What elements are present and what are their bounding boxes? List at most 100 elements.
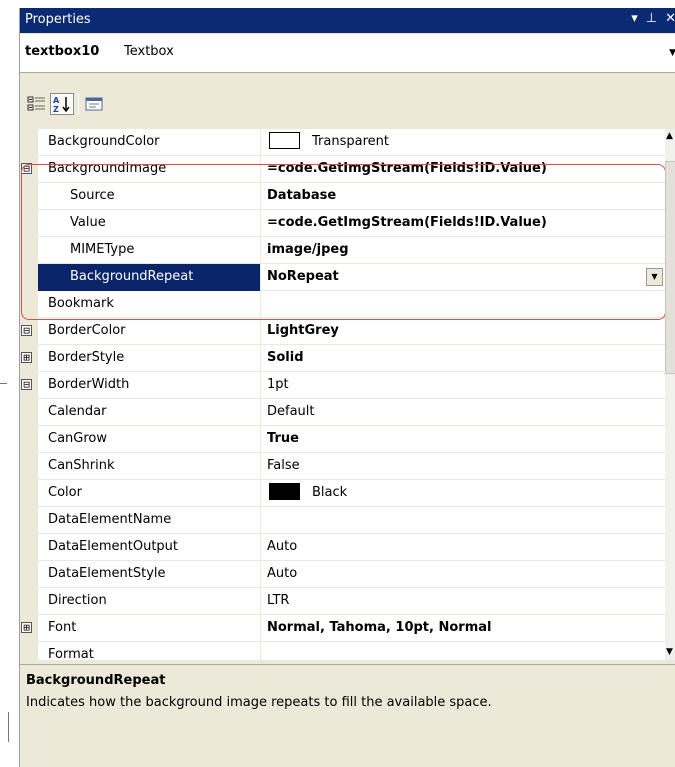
property-name[interactable]: Color: [38, 480, 260, 507]
property-row[interactable]: DataElementOutput Auto: [20, 534, 665, 561]
property-row[interactable]: DataElementStyle Auto: [20, 561, 665, 588]
scroll-up-icon[interactable]: ▲: [666, 131, 673, 141]
chevron-down-icon[interactable]: ▼: [669, 48, 675, 58]
pin-icon[interactable]: ⊥: [646, 11, 657, 26]
dropdown-button[interactable]: ▼: [646, 268, 663, 286]
property-value-text: NoRepeat: [267, 269, 339, 284]
alphabetical-sort-icon: A Z: [53, 96, 70, 113]
svg-text:A: A: [53, 96, 60, 105]
property-value-text: image/jpeg: [267, 242, 349, 257]
property-value[interactable]: [260, 507, 665, 534]
property-name[interactable]: Source: [38, 183, 260, 210]
property-row[interactable]: Source Database: [20, 183, 665, 210]
property-value[interactable]: Black: [260, 480, 665, 507]
property-name[interactable]: CanShrink: [38, 453, 260, 480]
object-selector[interactable]: textbox10 Textbox ▼: [20, 34, 675, 73]
row-gutter: [20, 507, 38, 534]
vertical-scrollbar[interactable]: ▲ ▼: [665, 129, 675, 660]
property-value[interactable]: Database: [260, 183, 665, 210]
property-value[interactable]: True: [260, 426, 665, 453]
property-name[interactable]: CanGrow: [38, 426, 260, 453]
property-value[interactable]: 1pt: [260, 372, 665, 399]
property-name[interactable]: BorderStyle: [38, 345, 260, 372]
property-value[interactable]: =code.GetImgStream(Fields!ID.Value): [260, 156, 665, 183]
collapse-icon[interactable]: ⊟: [21, 163, 32, 174]
property-value[interactable]: Auto: [260, 534, 665, 561]
property-row[interactable]: ⊞ Font Normal, Tahoma, 10pt, Normal: [20, 615, 665, 642]
property-value[interactable]: NoRepeat ▼: [260, 264, 665, 291]
property-value-text: False: [267, 458, 300, 473]
row-gutter: [20, 237, 38, 264]
categorized-button[interactable]: [25, 93, 49, 115]
description-text: Indicates how the background image repea…: [26, 695, 492, 710]
toolbar-separator: [78, 93, 79, 115]
property-grid[interactable]: BackgroundColor Transparent ⊟ BackgroundIma…: [20, 129, 665, 660]
property-value[interactable]: Normal, Tahoma, 10pt, Normal: [260, 615, 665, 642]
property-pages-button[interactable]: [82, 93, 106, 115]
property-value[interactable]: Transparent: [260, 129, 665, 156]
property-row[interactable]: CanShrink False: [20, 453, 665, 480]
property-value-text: Normal, Tahoma, 10pt, Normal: [267, 620, 492, 635]
property-value[interactable]: Default: [260, 399, 665, 426]
property-name[interactable]: Direction: [38, 588, 260, 615]
property-row[interactable]: ⊟ BackgroundImage =code.GetImgStream(Field…: [20, 156, 665, 183]
property-value[interactable]: Solid: [260, 345, 665, 372]
close-icon[interactable]: ✕: [665, 11, 675, 26]
property-row[interactable]: Value =code.GetImgStream(Fields!ID.Value): [20, 210, 665, 237]
property-row[interactable]: BackgroundRepeat NoRepeat ▼: [20, 264, 665, 291]
property-value[interactable]: LTR: [260, 588, 665, 615]
property-value[interactable]: False: [260, 453, 665, 480]
collapse-icon[interactable]: ⊟: [21, 379, 32, 390]
property-value-text: 1pt: [267, 377, 289, 392]
expand-icon[interactable]: ⊞: [21, 622, 32, 633]
property-name[interactable]: DataElementName: [38, 507, 260, 534]
property-row[interactable]: Bookmark: [20, 291, 665, 318]
property-name[interactable]: Value: [38, 210, 260, 237]
properties-window: Properties ▾ ⊥ ✕ textbox10 Textbox ▼ A Z…: [19, 8, 675, 767]
property-name[interactable]: BorderColor: [38, 318, 260, 345]
property-row[interactable]: Calendar Default: [20, 399, 665, 426]
row-gutter: [20, 264, 38, 291]
property-row[interactable]: Direction LTR: [20, 588, 665, 615]
color-swatch: [269, 132, 300, 149]
property-row[interactable]: DataElementName: [20, 507, 665, 534]
expand-icon[interactable]: ⊞: [21, 352, 32, 363]
property-value[interactable]: image/jpeg: [260, 237, 665, 264]
row-gutter: [20, 534, 38, 561]
property-row[interactable]: Color Black: [20, 480, 665, 507]
property-value[interactable]: LightGrey: [260, 318, 665, 345]
description-title: BackgroundRepeat: [26, 673, 166, 688]
property-row[interactable]: Format: [20, 642, 665, 660]
property-name[interactable]: BackgroundColor: [38, 129, 260, 156]
property-name[interactable]: DataElementOutput: [38, 534, 260, 561]
property-row[interactable]: CanGrow True: [20, 426, 665, 453]
property-name[interactable]: BackgroundRepeat: [38, 264, 260, 291]
property-name[interactable]: MIMEType: [38, 237, 260, 264]
alphabetical-button[interactable]: A Z: [50, 93, 74, 115]
property-row[interactable]: ⊟ BorderWidth 1pt: [20, 372, 665, 399]
property-name[interactable]: DataElementStyle: [38, 561, 260, 588]
property-row[interactable]: BackgroundColor Transparent: [20, 129, 665, 156]
categorized-icon: [27, 96, 45, 111]
property-value-text: Solid: [267, 350, 304, 365]
scroll-down-icon[interactable]: ▼: [666, 647, 673, 657]
property-name[interactable]: BackgroundImage: [38, 156, 260, 183]
collapse-icon[interactable]: ⊟: [21, 325, 32, 336]
property-name[interactable]: Calendar: [38, 399, 260, 426]
row-gutter: ⊟: [20, 156, 38, 183]
property-name[interactable]: BorderWidth: [38, 372, 260, 399]
property-name[interactable]: Bookmark: [38, 291, 260, 318]
property-value[interactable]: =code.GetImgStream(Fields!ID.Value): [260, 210, 665, 237]
property-value-text: LightGrey: [267, 323, 339, 338]
property-value[interactable]: [260, 291, 665, 318]
property-row[interactable]: ⊟ BorderColor LightGrey: [20, 318, 665, 345]
property-name[interactable]: Format: [38, 642, 260, 660]
property-value[interactable]: [260, 642, 665, 660]
window-menu-icon[interactable]: ▾: [631, 11, 638, 26]
property-row[interactable]: MIMEType image/jpeg: [20, 237, 665, 264]
edge-mark: [0, 383, 7, 384]
property-name[interactable]: Font: [38, 615, 260, 642]
property-row[interactable]: ⊞ BorderStyle Solid: [20, 345, 665, 372]
scroll-thumb[interactable]: [665, 161, 675, 374]
property-value[interactable]: Auto: [260, 561, 665, 588]
